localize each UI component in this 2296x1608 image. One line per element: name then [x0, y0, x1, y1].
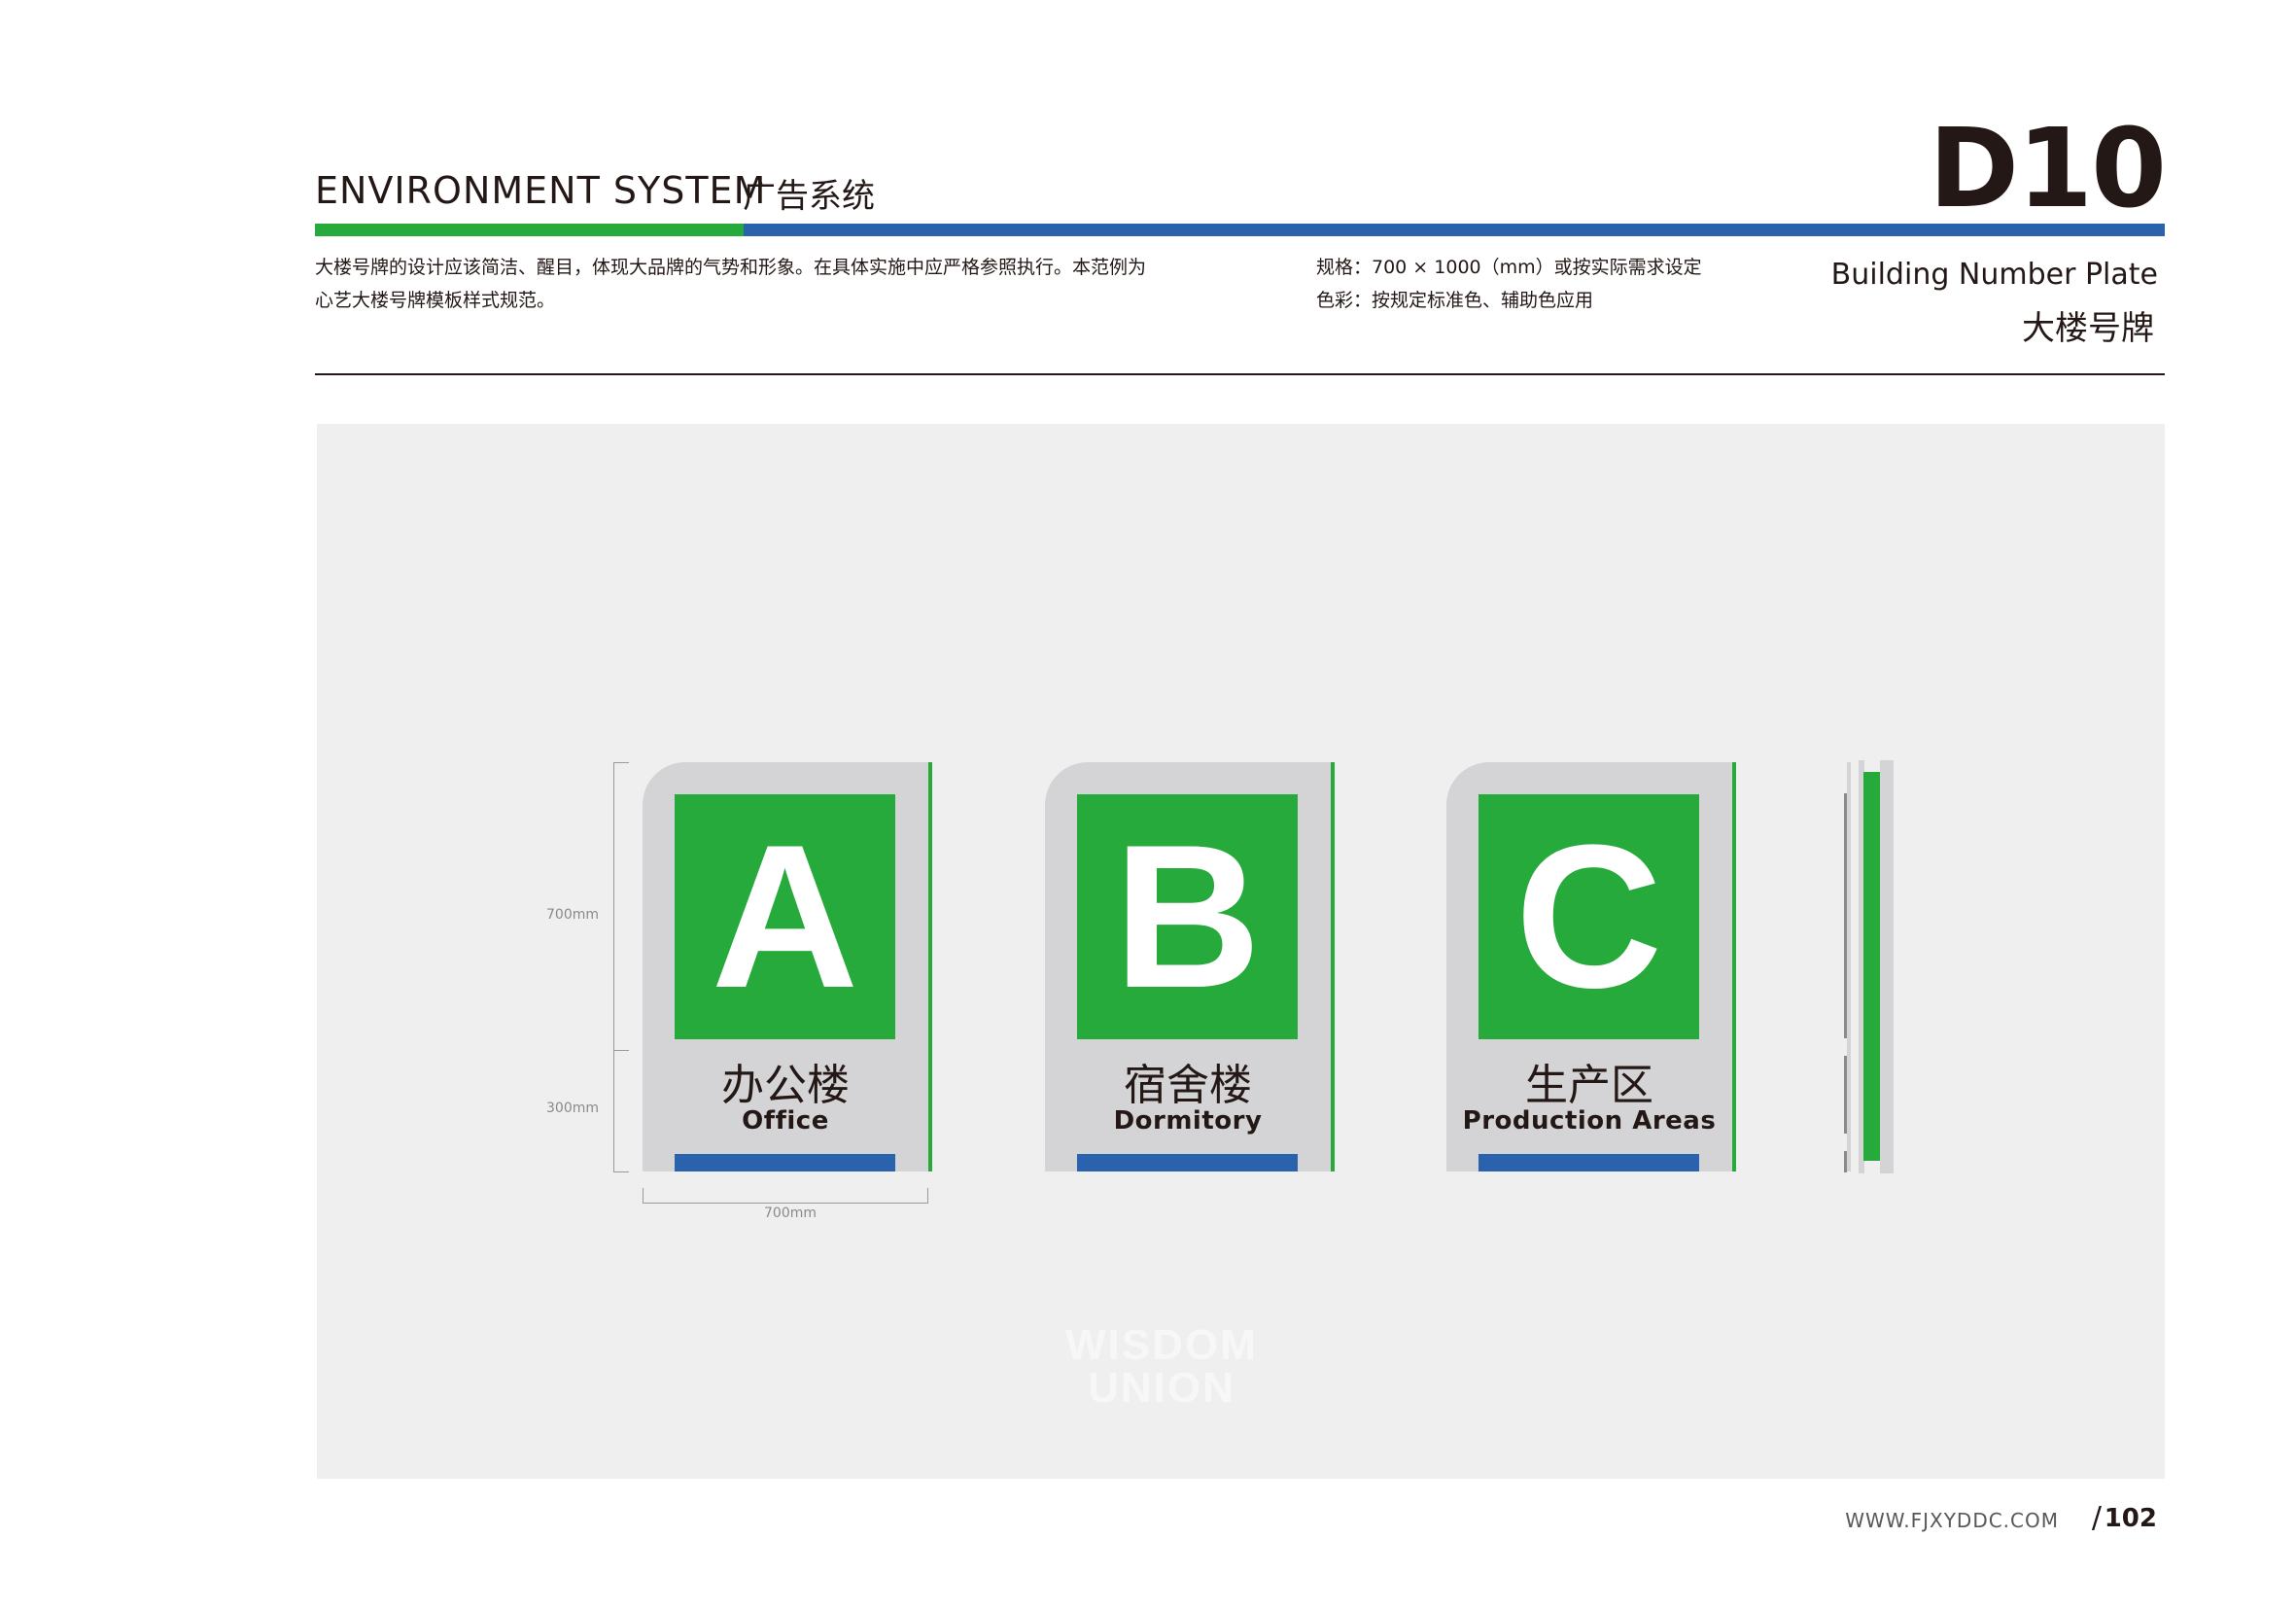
side-view-green-face — [1863, 772, 1880, 1161]
header-rule — [315, 373, 2165, 375]
sign-letter-panel: C — [1478, 794, 1699, 1039]
header-bar-blue — [744, 224, 2165, 236]
dimension-tick — [613, 1171, 629, 1172]
sign-edge — [1331, 762, 1335, 1171]
sign-label-cn: 办公楼 — [721, 1061, 850, 1110]
footer-page-number: 102 — [2104, 1504, 2157, 1533]
header-bar-green — [315, 224, 744, 236]
footer-slash: / — [2091, 1501, 2102, 1535]
sign-letter: A — [711, 802, 859, 1031]
dimension-tick — [643, 1188, 644, 1204]
side-view-bracket — [1844, 1056, 1847, 1134]
description: 大楼号牌的设计应该简洁、醒目，体现大品牌的气势和形象。在具体实施中应严格参照执行… — [315, 251, 1190, 317]
page-code: D10 — [1929, 106, 2167, 232]
watermark-line: UNION — [1088, 1364, 1235, 1412]
item-title-en: Building Number Plate — [1830, 258, 2158, 292]
side-view-bracket — [1844, 793, 1847, 1038]
building-sign-a: A 办公楼 Office — [643, 762, 932, 1171]
description-line: 大楼号牌的设计应该简洁、醒目，体现大品牌的气势和形象。在具体实施中应严格参照执行… — [315, 257, 1147, 278]
footer-website: WWW.FJXYDDC.COM — [1845, 1509, 2059, 1532]
sign-blue-stripe — [1077, 1154, 1298, 1171]
spec-size: 规格：700 × 1000（mm）或按实际需求设定 — [1316, 257, 1702, 278]
spec-block: 规格：700 × 1000（mm）或按实际需求设定 色彩：按规定标准色、辅助色应… — [1316, 251, 1822, 317]
sign-letter: C — [1514, 802, 1663, 1031]
sign-label-cn: 生产区 — [1525, 1061, 1653, 1110]
sign-letter: B — [1113, 802, 1262, 1031]
sign-label-cn: 宿舍楼 — [1124, 1061, 1252, 1110]
description-line: 心艺大楼号牌模板样式规范。 — [315, 290, 556, 311]
spec-color: 色彩：按规定标准色、辅助色应用 — [1316, 290, 1594, 311]
sign-letter-panel: A — [675, 794, 895, 1039]
sign-blue-stripe — [675, 1154, 895, 1171]
section-title-en: ENVIRONMENT SYSTEM — [315, 169, 767, 212]
dimension-label-height-bottom: 300mm — [546, 1101, 599, 1116]
sign-edge — [1732, 762, 1736, 1171]
watermark: WISDOM UNION — [957, 1324, 1366, 1410]
dimension-tick — [927, 1188, 928, 1204]
sign-blue-stripe — [1478, 1154, 1699, 1171]
building-sign-b: B 宿舍楼 Dormitory — [1045, 762, 1335, 1171]
dimension-label-width: 700mm — [764, 1206, 817, 1221]
dimension-tick — [613, 1050, 629, 1051]
side-view-bracket — [1844, 1151, 1847, 1172]
dimension-line-vertical — [613, 762, 614, 1171]
sign-label-en: Office — [742, 1106, 829, 1136]
section-title-cn: 广告系统 — [743, 177, 875, 216]
dimension-tick — [613, 762, 629, 763]
side-view-part — [1847, 762, 1851, 1171]
sign-label-en: Production Areas — [1462, 1106, 1717, 1136]
sign-letter-panel: B — [1077, 794, 1298, 1039]
building-sign-c: C 生产区 Production Areas — [1446, 762, 1736, 1171]
sign-label-en: Dormitory — [1113, 1106, 1263, 1136]
dimension-line-horizontal — [643, 1203, 928, 1204]
side-view-part — [1880, 760, 1894, 1173]
dimension-label-height-top: 700mm — [546, 907, 599, 923]
item-title-cn: 大楼号牌 — [2022, 309, 2154, 348]
sign-edge — [928, 762, 932, 1171]
watermark-line: WISDOM — [1065, 1321, 1258, 1369]
